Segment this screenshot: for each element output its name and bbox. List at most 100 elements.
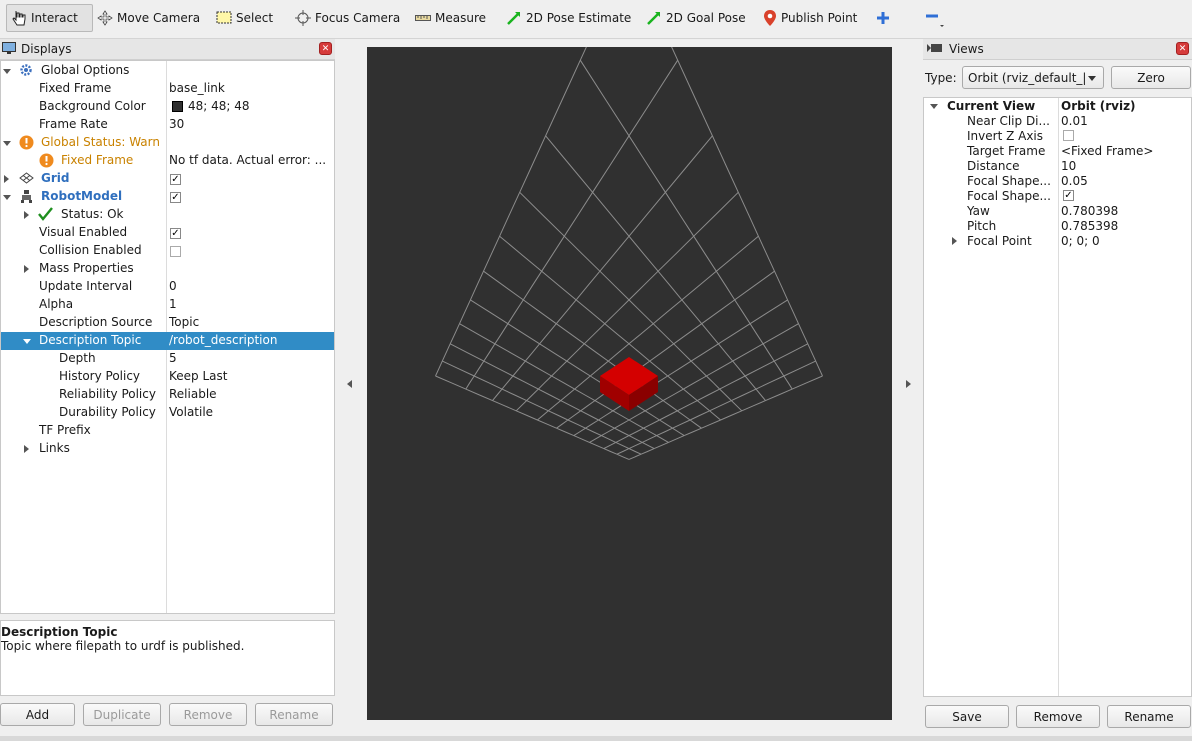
view-row-invert-z[interactable]: Invert Z Axis	[924, 129, 1191, 144]
chevron-down-icon	[1088, 76, 1096, 81]
robot-model-enabled-checkbox[interactable]: ✓	[170, 192, 181, 203]
collision-enabled-checkbox[interactable]	[170, 246, 181, 257]
fixed-frame-value[interactable]: base_link	[169, 81, 225, 95]
tree-row-history-policy[interactable]: History Policy Keep Last	[1, 368, 334, 386]
collapse-arrow-icon[interactable]	[930, 104, 938, 109]
zero-view-button[interactable]: Zero	[1111, 66, 1191, 89]
focus-target-icon	[295, 10, 311, 26]
monitor-icon	[2, 41, 16, 57]
collapse-arrow-icon[interactable]	[23, 339, 31, 344]
near-clip-value[interactable]: 0.01	[1061, 114, 1088, 128]
tool-label: Focus Camera	[315, 11, 401, 25]
tool-2d-pose-estimate[interactable]: 2D Pose Estimate	[506, 4, 631, 32]
view-row-current-view[interactable]: Current View Orbit (rviz)	[924, 99, 1191, 114]
tree-row-frame-rate[interactable]: Frame Rate 30	[1, 116, 334, 134]
expand-arrow-icon[interactable]	[24, 445, 29, 453]
tree-row-update-interval[interactable]: Update Interval 0	[1, 278, 334, 296]
collapse-right-panel-icon[interactable]	[906, 380, 911, 388]
save-view-button[interactable]: Save	[925, 705, 1009, 728]
rename-view-button[interactable]: Rename	[1107, 705, 1191, 728]
grid-icon	[19, 172, 34, 187]
tree-row-links[interactable]: Links	[1, 440, 334, 458]
tree-row-depth[interactable]: Depth 5	[1, 350, 334, 368]
rename-display-button[interactable]: Rename	[255, 703, 333, 726]
tool-label: 2D Pose Estimate	[526, 11, 632, 25]
view-row-focal-point[interactable]: Focal Point 0; 0; 0	[924, 234, 1191, 249]
tool-focus-camera[interactable]: Focus Camera	[295, 4, 400, 32]
expand-arrow-icon[interactable]	[24, 211, 29, 219]
expand-arrow-icon[interactable]	[24, 265, 29, 273]
description-topic-value[interactable]: /robot_description	[169, 333, 277, 347]
invert-z-checkbox[interactable]	[1063, 130, 1074, 141]
tool-publish-point[interactable]: Publish Point	[763, 4, 857, 32]
remove-display-button[interactable]: Remove	[169, 703, 247, 726]
durability-policy-value[interactable]: Volatile	[169, 405, 213, 419]
depth-value[interactable]: 5	[169, 351, 177, 365]
focal-point-value[interactable]: 0; 0; 0	[1061, 234, 1100, 248]
view-row-focal-shape-size[interactable]: Focal Shape... 0.05	[924, 174, 1191, 189]
visual-enabled-checkbox[interactable]: ✓	[170, 228, 181, 239]
expand-arrow-icon[interactable]	[4, 175, 9, 183]
view-row-pitch[interactable]: Pitch 0.785398	[924, 219, 1191, 234]
viewport-scene	[435, 0, 823, 460]
tree-row-status-ok[interactable]: Status: Ok	[1, 206, 334, 224]
tree-row-collision-enabled[interactable]: Collision Enabled	[1, 242, 334, 260]
tree-row-robot-model[interactable]: RobotModel ✓	[1, 188, 334, 206]
yaw-value[interactable]: 0.780398	[1061, 204, 1118, 218]
tool-select[interactable]: Select	[216, 4, 273, 32]
history-policy-value[interactable]: Keep Last	[169, 369, 227, 383]
duplicate-display-button[interactable]: Duplicate	[83, 703, 161, 726]
frame-rate-value[interactable]: 30	[169, 117, 184, 131]
remove-view-button[interactable]: Remove	[1016, 705, 1100, 728]
tree-row-alpha[interactable]: Alpha 1	[1, 296, 334, 314]
tree-row-fixed-frame[interactable]: Fixed Frame base_link	[1, 80, 334, 98]
add-display-button[interactable]: Add	[0, 703, 75, 726]
tree-row-reliability-policy[interactable]: Reliability Policy Reliable	[1, 386, 334, 404]
color-swatch[interactable]	[172, 101, 183, 112]
tool-interact[interactable]: Interact	[6, 4, 93, 32]
collapse-arrow-icon[interactable]	[3, 69, 11, 74]
view-row-distance[interactable]: Distance 10	[924, 159, 1191, 174]
tree-row-visual-enabled[interactable]: Visual Enabled ✓	[1, 224, 334, 242]
tree-row-durability-policy[interactable]: Durability Policy Volatile	[1, 404, 334, 422]
view-row-near-clip[interactable]: Near Clip Di... 0.01	[924, 114, 1191, 129]
tree-row-label: Durability Policy	[59, 405, 156, 419]
tree-row-fixed-frame-status[interactable]: Fixed Frame No tf data. Actual error: ..…	[1, 152, 334, 170]
tree-row-description-source[interactable]: Description Source Topic	[1, 314, 334, 332]
tool-measure[interactable]: Measure	[415, 4, 486, 32]
description-source-value[interactable]: Topic	[169, 315, 199, 329]
tree-row-global-options[interactable]: Global Options	[1, 62, 334, 80]
property-help-box: Description Topic Topic where filepath t…	[0, 620, 335, 696]
update-interval-value[interactable]: 0	[169, 279, 177, 293]
tree-row-global-status[interactable]: Global Status: Warn	[1, 134, 334, 152]
collapse-left-panel-icon[interactable]	[347, 380, 352, 388]
collapse-arrow-icon[interactable]	[3, 141, 11, 146]
grid-enabled-checkbox[interactable]: ✓	[170, 174, 181, 185]
collapse-arrow-icon[interactable]	[3, 195, 11, 200]
close-icon[interactable]: ✕	[1176, 42, 1189, 55]
view-row-yaw[interactable]: Yaw 0.780398	[924, 204, 1191, 219]
focal-shape-size-value[interactable]: 0.05	[1061, 174, 1088, 188]
tree-row-description-topic[interactable]: Description Topic /robot_description	[1, 332, 334, 350]
focal-shape-fixed-checkbox[interactable]: ✓	[1063, 190, 1074, 201]
tree-row-background-color[interactable]: Background Color 48; 48; 48	[1, 98, 334, 116]
tree-row-grid[interactable]: Grid ✓	[1, 170, 334, 188]
remove-tool-button[interactable]	[925, 4, 945, 32]
background-color-value[interactable]: 48; 48; 48	[188, 99, 250, 113]
pitch-value[interactable]: 0.785398	[1061, 219, 1118, 233]
close-icon[interactable]: ✕	[319, 42, 332, 55]
view-row-focal-shape-fixed[interactable]: Focal Shape... ✓	[924, 189, 1191, 204]
target-frame-value[interactable]: <Fixed Frame>	[1061, 144, 1153, 158]
3d-viewport[interactable]	[367, 0, 892, 720]
tree-row-mass-properties[interactable]: Mass Properties	[1, 260, 334, 278]
reliability-policy-value[interactable]: Reliable	[169, 387, 217, 401]
add-tool-button[interactable]	[876, 4, 890, 32]
alpha-value[interactable]: 1	[169, 297, 177, 311]
distance-value[interactable]: 10	[1061, 159, 1076, 173]
tree-row-tf-prefix[interactable]: TF Prefix	[1, 422, 334, 440]
expand-arrow-icon[interactable]	[952, 237, 957, 245]
tool-move-camera[interactable]: Move Camera	[97, 4, 200, 32]
view-row-target-frame[interactable]: Target Frame <Fixed Frame>	[924, 144, 1191, 159]
view-type-select[interactable]: Orbit (rviz_default_|	[962, 66, 1104, 89]
tool-2d-goal-pose[interactable]: 2D Goal Pose	[646, 4, 746, 32]
